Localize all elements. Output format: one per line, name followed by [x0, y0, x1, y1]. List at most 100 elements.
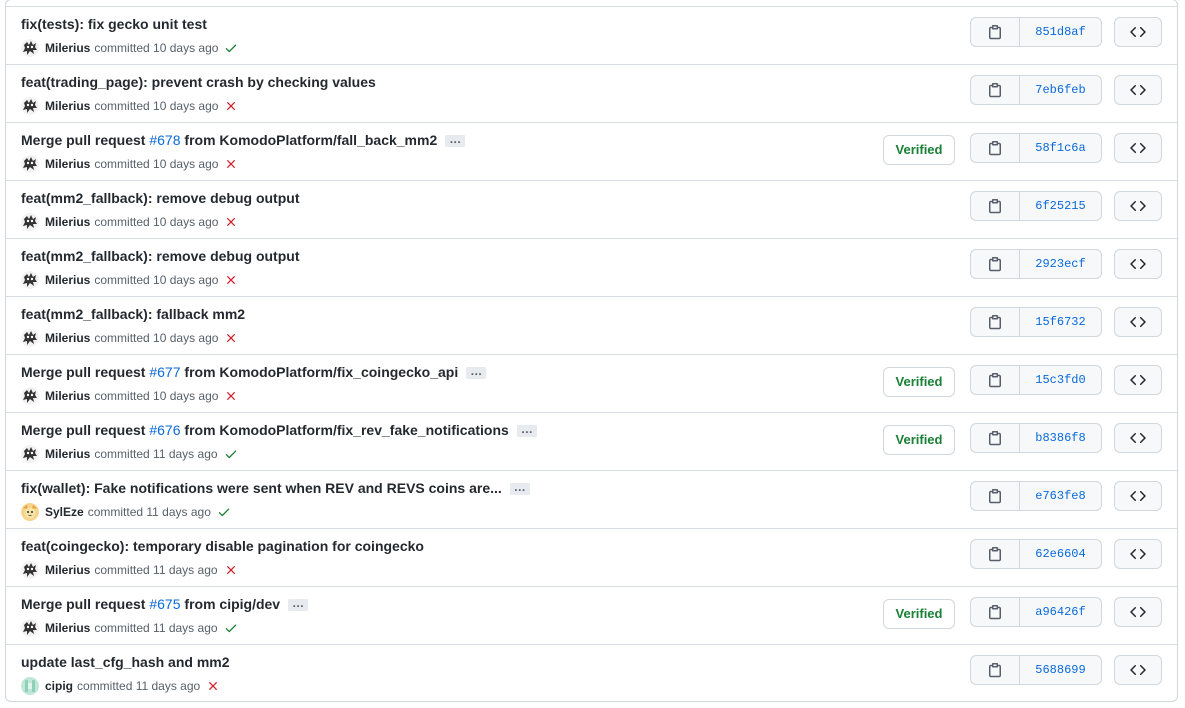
browse-repo-button[interactable] [1114, 75, 1162, 105]
author-link[interactable]: Milerius [45, 389, 90, 403]
commit-message-suffix[interactable]: from cipig/dev [181, 596, 280, 612]
expand-description-button[interactable]: … [466, 365, 487, 380]
avatar[interactable] [21, 155, 39, 173]
copy-sha-button[interactable] [971, 598, 1020, 626]
browse-repo-button[interactable] [1114, 307, 1162, 337]
commit-title[interactable]: feat(mm2_fallback): remove debug output [21, 248, 300, 264]
author-link[interactable]: Milerius [45, 621, 90, 635]
commit-title[interactable]: Merge pull request #678 from KomodoPlatf… [21, 132, 466, 148]
x-icon[interactable] [224, 99, 238, 113]
author-link[interactable]: SylEze [45, 505, 84, 519]
commit-message[interactable]: Merge pull request [21, 596, 149, 612]
author-link[interactable]: Milerius [45, 99, 90, 113]
check-icon[interactable] [217, 505, 231, 519]
author-link[interactable]: Milerius [45, 331, 90, 345]
commit-title[interactable]: Merge pull request #677 from KomodoPlatf… [21, 364, 487, 380]
copy-sha-button[interactable] [971, 424, 1020, 452]
commit-sha-link[interactable]: 58f1c6a [1020, 134, 1101, 162]
commit-title[interactable]: update last_cfg_hash and mm2 [21, 654, 230, 670]
commit-message[interactable]: Merge pull request [21, 364, 149, 380]
avatar[interactable] [21, 387, 39, 405]
verified-badge[interactable]: Verified [883, 425, 955, 455]
check-icon[interactable] [224, 621, 238, 635]
browse-repo-button[interactable] [1114, 539, 1162, 569]
avatar[interactable] [21, 97, 39, 115]
x-icon[interactable] [224, 273, 238, 287]
commit-message[interactable]: update last_cfg_hash and mm2 [21, 654, 230, 670]
commit-sha-link[interactable]: 2923ecf [1020, 250, 1101, 278]
browse-repo-button[interactable] [1114, 191, 1162, 221]
browse-repo-button[interactable] [1114, 481, 1162, 511]
x-icon[interactable] [206, 679, 220, 693]
commit-title[interactable]: fix(tests): fix gecko unit test [21, 16, 207, 32]
expand-description-button[interactable]: … [516, 423, 537, 438]
x-icon[interactable] [224, 157, 238, 171]
copy-sha-button[interactable] [971, 134, 1020, 162]
x-icon[interactable] [224, 563, 238, 577]
author-link[interactable]: cipig [45, 679, 73, 693]
copy-sha-button[interactable] [971, 482, 1020, 510]
browse-repo-button[interactable] [1114, 597, 1162, 627]
commit-message[interactable]: fix(tests): fix gecko unit test [21, 16, 207, 32]
browse-repo-button[interactable] [1114, 365, 1162, 395]
avatar[interactable] [21, 213, 39, 231]
avatar[interactable] [21, 445, 39, 463]
pull-request-link[interactable]: #676 [149, 422, 180, 438]
expand-description-button[interactable]: … [445, 133, 466, 148]
commit-sha-link[interactable]: 15c3fd0 [1020, 366, 1101, 394]
commit-sha-link[interactable]: 7eb6feb [1020, 76, 1101, 104]
copy-sha-button[interactable] [971, 656, 1020, 684]
commit-sha-link[interactable]: e763fe8 [1020, 482, 1101, 510]
commit-message[interactable]: feat(mm2_fallback): remove debug output [21, 190, 300, 206]
author-link[interactable]: Milerius [45, 215, 90, 229]
copy-sha-button[interactable] [971, 308, 1020, 336]
copy-sha-button[interactable] [971, 250, 1020, 278]
x-icon[interactable] [224, 331, 238, 345]
commit-message[interactable]: Merge pull request [21, 422, 149, 438]
commit-title[interactable]: Merge pull request #675 from cipig/dev … [21, 596, 309, 612]
commit-title[interactable]: Merge pull request #676 from KomodoPlatf… [21, 422, 537, 438]
x-icon[interactable] [224, 389, 238, 403]
commit-message-suffix[interactable]: from KomodoPlatform/fall_back_mm2 [181, 132, 437, 148]
browse-repo-button[interactable] [1114, 17, 1162, 47]
expand-description-button[interactable]: … [509, 481, 530, 496]
commit-sha-link[interactable]: 15f6732 [1020, 308, 1101, 336]
copy-sha-button[interactable] [971, 366, 1020, 394]
avatar[interactable] [21, 271, 39, 289]
avatar[interactable] [21, 619, 39, 637]
commit-sha-link[interactable]: 851d8af [1020, 18, 1101, 46]
browse-repo-button[interactable] [1114, 655, 1162, 685]
commit-title[interactable]: feat(mm2_fallback): remove debug output [21, 190, 300, 206]
commit-title[interactable]: feat(mm2_fallback): fallback mm2 [21, 306, 245, 322]
avatar[interactable] [21, 561, 39, 579]
verified-badge[interactable]: Verified [883, 599, 955, 629]
copy-sha-button[interactable] [971, 76, 1020, 104]
expand-description-button[interactable]: … [288, 597, 309, 612]
commit-sha-link[interactable]: 5688699 [1020, 656, 1101, 684]
commit-message-suffix[interactable]: from KomodoPlatform/fix_coingecko_api [181, 364, 458, 380]
author-link[interactable]: Milerius [45, 273, 90, 287]
pull-request-link[interactable]: #678 [149, 132, 180, 148]
avatar[interactable] [21, 39, 39, 57]
copy-sha-button[interactable] [971, 192, 1020, 220]
browse-repo-button[interactable] [1114, 133, 1162, 163]
copy-sha-button[interactable] [971, 540, 1020, 568]
commit-sha-link[interactable]: b8386f8 [1020, 424, 1101, 452]
commit-title[interactable]: feat(coingecko): temporary disable pagin… [21, 538, 424, 554]
verified-badge[interactable]: Verified [883, 367, 955, 397]
commit-title[interactable]: fix(wallet): Fake notifications were sen… [21, 480, 530, 496]
commit-title[interactable]: feat(trading_page): prevent crash by che… [21, 74, 376, 90]
commit-message[interactable]: feat(coingecko): temporary disable pagin… [21, 538, 424, 554]
check-icon[interactable] [224, 447, 238, 461]
author-link[interactable]: Milerius [45, 447, 90, 461]
copy-sha-button[interactable] [971, 18, 1020, 46]
x-icon[interactable] [224, 215, 238, 229]
browse-repo-button[interactable] [1114, 249, 1162, 279]
pull-request-link[interactable]: #677 [149, 364, 180, 380]
author-link[interactable]: Milerius [45, 41, 90, 55]
commit-message[interactable]: fix(wallet): Fake notifications were sen… [21, 480, 502, 496]
pull-request-link[interactable]: #675 [149, 596, 180, 612]
commit-message-suffix[interactable]: from KomodoPlatform/fix_rev_fake_notific… [181, 422, 508, 438]
author-link[interactable]: Milerius [45, 157, 90, 171]
commit-message[interactable]: feat(mm2_fallback): fallback mm2 [21, 306, 245, 322]
